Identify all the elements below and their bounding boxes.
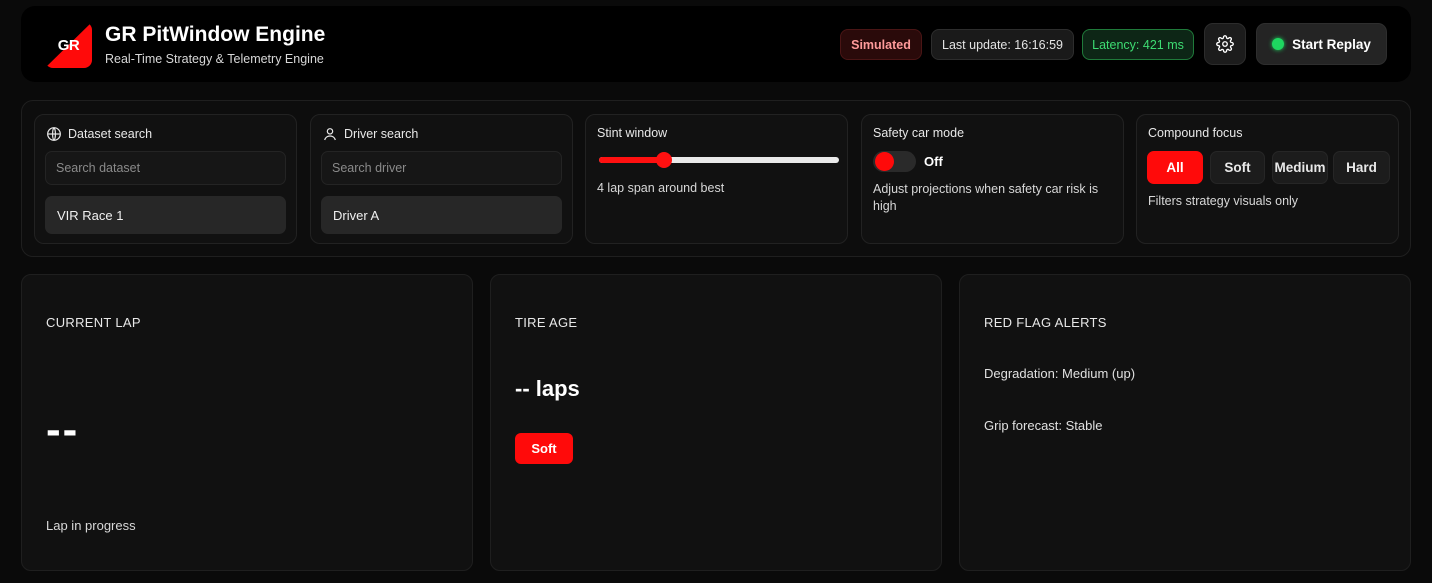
driver-select[interactable]: Driver A xyxy=(321,196,562,234)
compound-option-medium[interactable]: Medium xyxy=(1272,151,1328,184)
compound-control: Compound focus All Soft Medium Hard Filt… xyxy=(1136,114,1399,244)
driver-search-input[interactable] xyxy=(321,151,562,185)
dataset-control: Dataset search VIR Race 1 xyxy=(34,114,297,244)
compound-note: Filters strategy visuals only xyxy=(1148,194,1299,208)
dataset-label-row: Dataset search xyxy=(46,126,152,142)
dataset-label: Dataset search xyxy=(68,127,153,141)
compound-option-hard[interactable]: Hard xyxy=(1333,151,1390,184)
stint-control: Stint window 4 lap span around best xyxy=(585,114,848,244)
dataset-search-input[interactable] xyxy=(45,151,286,185)
safety-car-toggle[interactable] xyxy=(873,151,916,172)
tire-age-title: TIRE AGE xyxy=(515,315,578,330)
current-lap-footer: Lap in progress xyxy=(46,518,136,533)
user-icon xyxy=(324,128,336,141)
dataset-select[interactable]: VIR Race 1 xyxy=(45,196,286,234)
driver-control: Driver search Driver A xyxy=(310,114,573,244)
stint-slider-fill xyxy=(599,157,664,163)
app-subtitle: Real-Time Strategy & Telemetry Engine xyxy=(105,52,324,66)
alert-degradation: Degradation: Medium (up) xyxy=(984,366,1136,381)
current-lap-title: CURRENT LAP xyxy=(46,315,141,330)
tire-age-value: -- laps xyxy=(515,376,580,401)
current-lap-value: -- xyxy=(46,405,80,454)
controls-panel: Dataset search VIR Race 1 Driver search … xyxy=(21,100,1411,257)
settings-button[interactable] xyxy=(1204,23,1246,65)
globe-icon xyxy=(47,127,61,141)
red-flag-alerts-card: RED FLAG ALERTS Degradation: Medium (up)… xyxy=(959,274,1411,571)
start-replay-button[interactable]: Start Replay xyxy=(1256,23,1387,65)
mode-badge: Simulated xyxy=(840,29,922,60)
current-lap-card: CURRENT LAP -- Lap in progress xyxy=(21,274,473,571)
app-title: GR PitWindow Engine xyxy=(105,23,326,46)
compound-label: Compound focus xyxy=(1148,126,1243,140)
stint-label: Stint window xyxy=(597,126,668,140)
tire-age-card: TIRE AGE -- laps Soft xyxy=(490,274,942,571)
safety-car-label: Safety car mode xyxy=(873,126,965,140)
logo-text: GR xyxy=(57,36,80,54)
app-logo: GR xyxy=(45,22,92,68)
latency-badge: Latency: 421 ms xyxy=(1082,29,1194,60)
safety-car-note: Adjust projections when safety car risk … xyxy=(873,182,1099,213)
last-update-badge: Last update: 16:16:59 xyxy=(931,29,1074,60)
safety-car-control: Safety car mode Off Adjust projections w… xyxy=(861,114,1124,244)
stint-slider-thumb[interactable] xyxy=(655,152,672,168)
stint-note: 4 lap span around best xyxy=(597,181,725,195)
compound-option-all[interactable]: All xyxy=(1147,151,1203,184)
stint-slider[interactable] xyxy=(599,152,839,168)
compound-option-soft[interactable]: Soft xyxy=(1210,151,1265,184)
safety-car-state: Off xyxy=(924,154,943,169)
safety-car-toggle-knob xyxy=(875,152,894,171)
start-replay-label: Start Replay xyxy=(1292,36,1371,52)
alerts-title: RED FLAG ALERTS xyxy=(984,315,1107,330)
app-header: GR GR PitWindow Engine Real-Time Strateg… xyxy=(21,6,1411,82)
alert-grip-forecast: Grip forecast: Stable xyxy=(984,418,1103,433)
driver-label-row: Driver search xyxy=(322,126,418,142)
live-dot-icon xyxy=(1272,38,1285,50)
tire-compound-badge: Soft xyxy=(515,433,573,464)
driver-label: Driver search xyxy=(344,127,419,141)
gear-icon xyxy=(1216,35,1234,53)
